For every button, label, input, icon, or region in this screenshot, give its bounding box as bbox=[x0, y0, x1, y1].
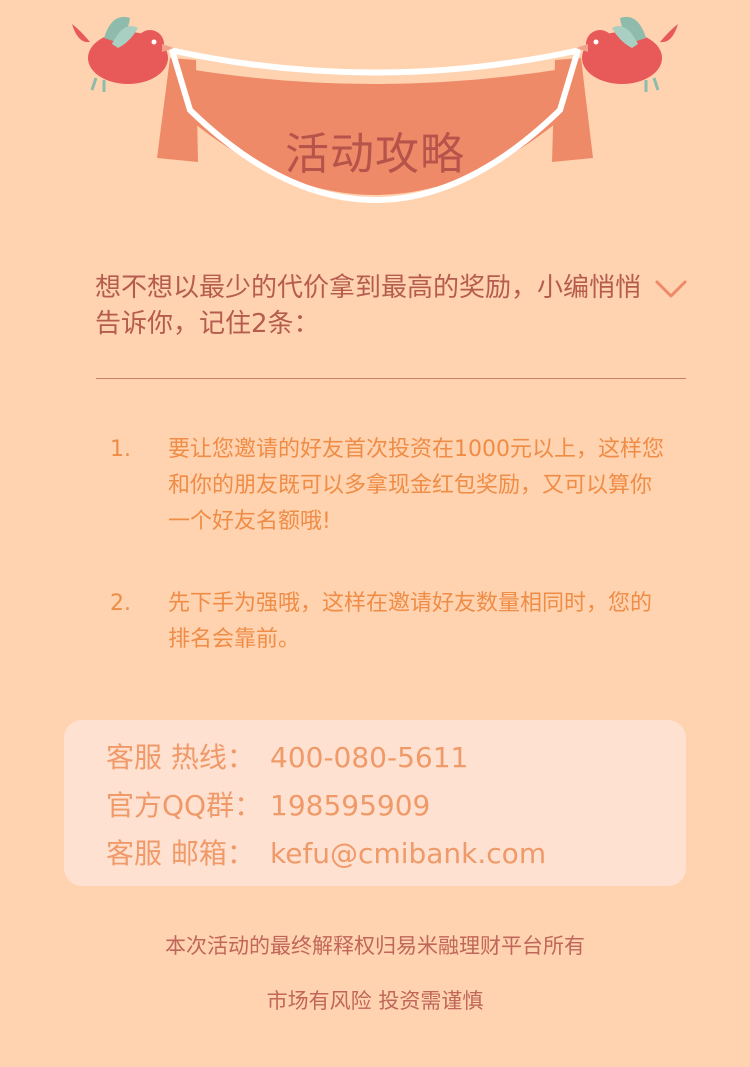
qq-group-label: 官方QQ群： bbox=[106, 789, 263, 822]
hotline-value[interactable]: 400-080-5611 bbox=[270, 741, 468, 774]
risk-warning: 市场有风险 投资需谨慎 bbox=[266, 989, 484, 1013]
rights-statement: 本次活动的最终解释权归易米融理财平台所有 bbox=[165, 934, 585, 958]
hotline-label: 客服 热线： bbox=[106, 741, 255, 774]
tip-text: 先下手为强哦，这样在邀请好友数量相同时，您的排名会靠前。 bbox=[168, 591, 653, 652]
list-item: 2. 先下手为强哦，这样在邀请好友数量相同时，您的排名会靠前。 bbox=[110, 586, 670, 658]
email-row: 客服 邮箱： kefu@cmibank.com bbox=[106, 832, 546, 872]
banner-title: 活动攻略 bbox=[285, 129, 465, 180]
left-bird-icon bbox=[72, 16, 174, 92]
tip-number: 1. bbox=[110, 437, 131, 462]
email-value[interactable]: kefu@cmibank.com bbox=[270, 837, 546, 870]
right-bird-icon bbox=[576, 16, 678, 92]
tip-number: 2. bbox=[110, 591, 131, 616]
tip-text: 要让您邀请的好友首次投资在1000元以上，这样您和你的朋友既可以多拿现金红包奖励… bbox=[168, 437, 664, 534]
list-item: 1. 要让您邀请的好友首次投资在1000元以上，这样您和你的朋友既可以多拿现金红… bbox=[110, 432, 670, 540]
intro-text: 想不想以最少的代价拿到最高的奖励，小编悄悄告诉你，记住2条： bbox=[95, 273, 642, 339]
chevron-down-icon[interactable] bbox=[654, 278, 688, 300]
contact-panel: 客服 热线： 400-080-5611 官方QQ群： 198595909 客服 邮箱… bbox=[64, 720, 686, 886]
email-label: 客服 邮箱： bbox=[106, 837, 255, 870]
rope-top bbox=[169, 47, 581, 76]
hotline-row: 客服 热线： 400-080-5611 bbox=[106, 736, 468, 776]
tips-list: 1. 要让您邀请的好友首次投资在1000元以上，这样您和你的朋友既可以多拿现金红… bbox=[110, 432, 670, 658]
qq-group-row: 官方QQ群： 198595909 bbox=[106, 784, 430, 824]
qq-group-value[interactable]: 198595909 bbox=[270, 789, 430, 822]
divider bbox=[96, 378, 686, 379]
